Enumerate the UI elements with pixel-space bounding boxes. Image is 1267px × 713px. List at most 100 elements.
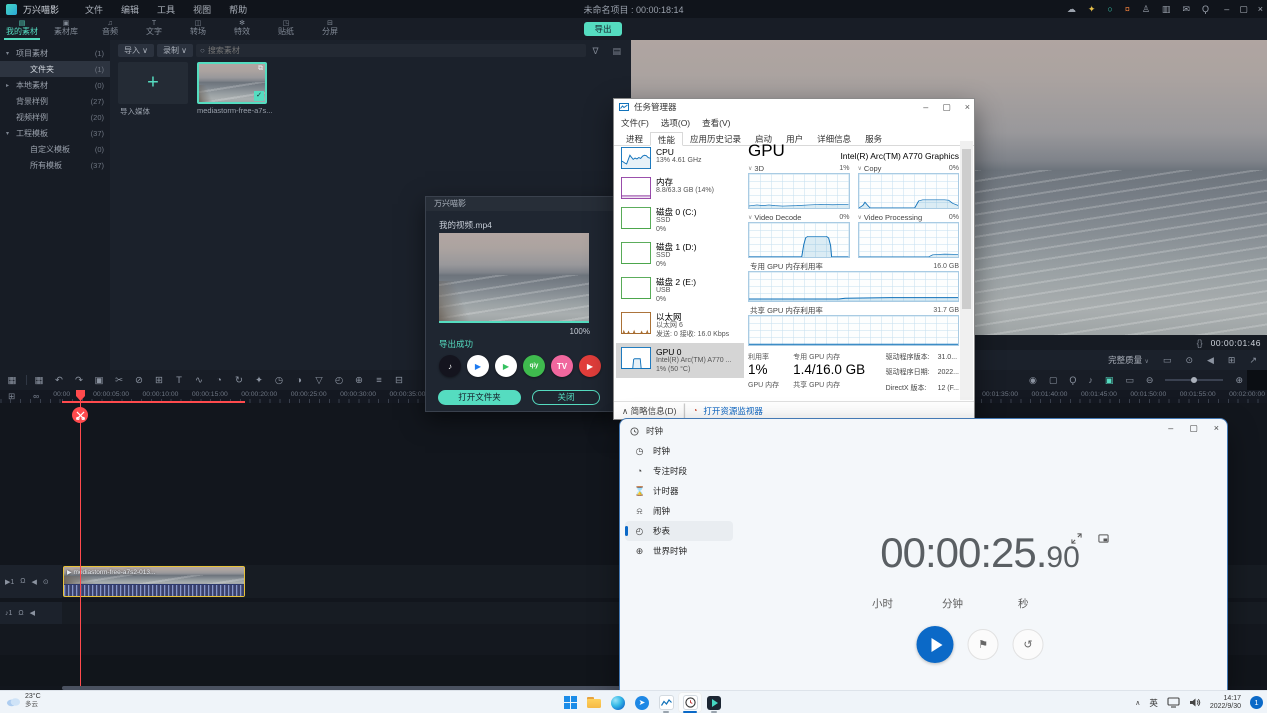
file-explorer-button[interactable]: [582, 692, 606, 713]
menu-item[interactable]: 工具: [157, 3, 175, 16]
share-icon[interactable]: ▶: [467, 355, 489, 377]
toolbar-right-icon[interactable]: ⊖: [1146, 375, 1154, 386]
clock-app-button[interactable]: [678, 692, 702, 713]
preview-icon[interactable]: ◀: [1207, 355, 1214, 366]
perf-sidebar-item[interactable]: 磁盘 2 (E:) USB 0%: [616, 273, 744, 308]
toolbar-icon[interactable]: ▽: [313, 375, 325, 386]
lap-flag-button[interactable]: ⚑: [968, 629, 999, 660]
split-scissors-button[interactable]: [72, 407, 88, 423]
toolbar-icon[interactable]: ⊕: [353, 375, 365, 386]
titlebar-icon[interactable]: ▥: [1162, 0, 1171, 18]
minimize-button[interactable]: –: [1168, 423, 1173, 434]
asset-tab[interactable]: T 文字: [132, 18, 176, 40]
sidebar-item[interactable]: 文件夹 (1): [0, 61, 110, 77]
toolbar-right-icon[interactable]: ◉: [1029, 375, 1037, 386]
perf-sidebar-item[interactable]: 内存 8.8/63.3 GB (14%): [616, 173, 744, 203]
toolbar-right-icon[interactable]: ▭: [1125, 375, 1134, 386]
reset-button[interactable]: ↺: [1013, 629, 1044, 660]
titlebar-icon[interactable]: Ϙ: [1202, 0, 1209, 18]
minimize-button[interactable]: –: [1224, 0, 1229, 18]
toolbar-icon[interactable]: ⊘: [133, 375, 145, 386]
track-header-icon[interactable]: ♪1: [5, 610, 12, 617]
tray-clock[interactable]: 14:17 2022/9/30: [1210, 695, 1241, 711]
start-button[interactable]: [917, 626, 954, 663]
clock-nav-item[interactable]: ◴ 秒表: [625, 521, 733, 541]
close-button[interactable]: ×: [1258, 0, 1263, 18]
menu-item[interactable]: 编辑: [121, 3, 139, 16]
clock-nav-item[interactable]: ⊕ 世界时钟: [625, 541, 733, 561]
notification-badge[interactable]: 1: [1250, 696, 1263, 709]
collapse-details[interactable]: ∧ 简略信息(D): [622, 405, 676, 417]
ruler-left-icon[interactable]: ⊞: [8, 391, 15, 402]
menu-item[interactable]: 文件: [85, 3, 103, 16]
track-header-icon[interactable]: ⊙: [43, 578, 49, 586]
preview-icon[interactable]: ▭: [1163, 355, 1172, 366]
toolbar-icon[interactable]: ◴: [333, 375, 345, 386]
preview-icon[interactable]: ⊙: [1185, 355, 1193, 366]
mark-icon[interactable]: }: [1200, 338, 1203, 348]
perf-sidebar-item[interactable]: GPU 0 Intel(R) Arc(TM) A770 ... 1% (50 °…: [616, 343, 744, 378]
share-icon[interactable]: qiy: [523, 355, 545, 377]
maximize-button[interactable]: ▢: [1189, 423, 1198, 434]
tray-expand-chevron[interactable]: ∧: [1135, 699, 1140, 707]
preview-icon[interactable]: ↗: [1249, 355, 1257, 366]
sidebar-item[interactable]: ▾ 项目素材 (1): [0, 45, 110, 61]
toolbar-icon[interactable]: ▦: [33, 375, 45, 386]
share-icon[interactable]: ▶: [495, 355, 517, 377]
import-button[interactable]: 导入 ∨: [118, 44, 154, 57]
menu-item[interactable]: 选项(O): [661, 117, 690, 129]
import-media-tile[interactable]: +: [118, 62, 188, 104]
toolbar-icon[interactable]: ↻: [233, 375, 245, 386]
toolbar-icon[interactable]: ◔: [213, 375, 225, 386]
record-button[interactable]: 录制 ∨: [157, 44, 193, 57]
grid-view-icon[interactable]: ▦: [6, 375, 18, 386]
titlebar-icon[interactable]: ¤: [1125, 0, 1130, 18]
app-blue-button[interactable]: ➤: [630, 692, 654, 713]
export-button[interactable]: 导出: [584, 22, 622, 36]
toolbar-icon[interactable]: ◷: [273, 375, 285, 386]
sidebar-item[interactable]: ▾ 工程模板 (37): [0, 125, 110, 141]
zoom-in-icon[interactable]: ⊕: [1235, 375, 1243, 386]
toolbar-icon[interactable]: ⊞: [153, 375, 165, 386]
menu-item[interactable]: 文件(F): [621, 117, 649, 129]
toolbar-icon[interactable]: T: [173, 375, 185, 386]
ime-indicator[interactable]: 英: [1149, 697, 1158, 709]
asset-tab[interactable]: ◫ 转场: [176, 18, 220, 40]
track-header-icon[interactable]: ▶1: [5, 578, 14, 586]
toolbar-right-icon[interactable]: ♪: [1088, 375, 1093, 386]
quality-select[interactable]: 完整质量 ∨: [1108, 354, 1149, 366]
maximize-button[interactable]: ▢: [1239, 0, 1248, 18]
clock-nav-item[interactable]: ◔ 专注时段: [625, 461, 733, 481]
perf-sidebar-item[interactable]: 以太网 以太网 6 发送: 0 接收: 16.0 Kbps: [616, 308, 744, 343]
sidebar-item[interactable]: 视频样例 (20): [0, 109, 110, 125]
asset-tab[interactable]: ◳ 贴纸: [264, 18, 308, 40]
sidebar-item[interactable]: ▸ 本地素材 (0): [0, 77, 110, 93]
perf-sidebar-item[interactable]: 磁盘 1 (D:) SSD 0%: [616, 238, 744, 273]
toolbar-icon[interactable]: ✂: [113, 375, 125, 386]
open-folder-button[interactable]: 打开文件夹: [438, 390, 521, 405]
toolbar-icon[interactable]: ▣: [93, 375, 105, 386]
perf-sidebar-item[interactable]: 磁盘 0 (C:) SSD 0%: [616, 203, 744, 238]
asset-tab[interactable]: ♫ 音频: [88, 18, 132, 40]
close-button[interactable]: ×: [965, 99, 970, 115]
titlebar-icon[interactable]: ♙: [1142, 0, 1150, 18]
media-clip-thumbnail[interactable]: ⧉ ✓: [197, 62, 267, 104]
network-icon[interactable]: [1167, 697, 1180, 708]
titlebar-icon[interactable]: ☁: [1067, 0, 1076, 18]
share-icon[interactable]: TV: [551, 355, 573, 377]
clock-nav-item[interactable]: ⍾ 闹钟: [625, 501, 733, 521]
task-manager-button[interactable]: [654, 692, 678, 713]
search-input[interactable]: [208, 46, 582, 55]
titlebar-icon[interactable]: ○: [1107, 0, 1112, 18]
sidebar-item[interactable]: 所有模板 (37): [0, 157, 110, 173]
asset-tab[interactable]: ▤ 我的素材: [0, 18, 44, 40]
toolbar-icon[interactable]: ⊟: [393, 375, 405, 386]
preview-icon[interactable]: ⊞: [1228, 355, 1236, 366]
toolbar-icon[interactable]: ∿: [193, 375, 205, 386]
track-header-icon[interactable]: Ω: [20, 578, 25, 585]
start-button[interactable]: [558, 692, 582, 713]
filmora-button[interactable]: [702, 692, 726, 713]
clock-nav-item[interactable]: ⌛ 计时器: [625, 481, 733, 501]
menu-item[interactable]: 视图: [193, 3, 211, 16]
titlebar-icon[interactable]: ✦: [1088, 0, 1096, 18]
